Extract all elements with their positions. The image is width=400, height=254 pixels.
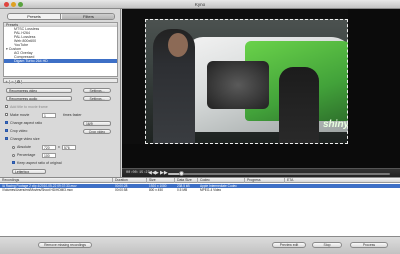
change-size-checkbox[interactable]	[5, 137, 8, 141]
make-movie-row: Make movie	[5, 113, 29, 118]
absolute-row: Absolute	[12, 145, 31, 150]
letterbox-popup[interactable]: Letterbox	[12, 169, 46, 174]
tab-presets[interactable]: Presets	[8, 14, 61, 19]
column-header-data-size[interactable]: Data Size	[175, 178, 198, 183]
column-header-size[interactable]: Size	[147, 178, 175, 183]
timecode-display: 00:00:15:23	[126, 171, 150, 175]
percentage-label: Percentage	[17, 153, 36, 157]
crop-row: Crop video	[5, 129, 27, 134]
aspect-ratio-popup[interactable]: 16/9	[83, 121, 111, 126]
change-aspect-checkbox[interactable]	[5, 121, 8, 125]
change-size-label: Change video size	[10, 137, 40, 141]
column-header-progress[interactable]: Progress	[245, 178, 285, 183]
absolute-label: Absolute	[17, 145, 31, 149]
make-movie-checkbox[interactable]	[5, 113, 8, 117]
crop-shade-top	[145, 9, 348, 19]
cell-codec: MPEG-4 Video	[200, 188, 222, 192]
cell-size: 800 x 450	[149, 188, 164, 192]
column-header-duration[interactable]: Duration	[113, 178, 147, 183]
preset-items: MTSC Lossless PAL H264 PAL Lossless Web 800…	[4, 27, 117, 63]
cell-data-size: 0.5 MB	[177, 188, 188, 192]
make-movie-suffix: times faster	[63, 113, 82, 117]
column-header-recordings[interactable]: Recordings	[0, 178, 113, 183]
video-compression-popup[interactable]: Recompress video	[6, 88, 72, 93]
crop-video-button[interactable]: Crop video	[83, 129, 111, 134]
add-title-row[interactable]: Add title to movie frame	[5, 105, 48, 110]
percentage-field[interactable]: 100	[42, 153, 56, 158]
dimension-separator: x	[58, 145, 60, 149]
scrubber-knob[interactable]	[178, 171, 184, 176]
video-preview[interactable]: shiny	[122, 9, 400, 168]
tab-filters[interactable]: Filters	[62, 14, 114, 19]
crop-shade-left	[122, 9, 145, 144]
column-header-eta[interactable]: ETA	[285, 178, 400, 183]
preview-edit-button[interactable]: Preview edit	[272, 242, 306, 248]
left-panel: Presets Filters Presets MTSC Lossless PAL…	[0, 9, 121, 177]
add-title-checkbox[interactable]	[5, 105, 8, 109]
cell-duration: 00:00:58	[115, 188, 128, 192]
percentage-radio[interactable]	[12, 153, 15, 157]
remove-missing-button[interactable]: Remove missing recordings	[38, 242, 92, 248]
audio-settings-button[interactable]: Settings...	[83, 96, 111, 101]
crop-checkbox[interactable]	[5, 129, 8, 133]
crop-rectangle[interactable]	[145, 19, 348, 144]
absolute-radio[interactable]	[12, 145, 15, 149]
change-size-row: Change video size	[5, 137, 40, 142]
transport-bar: 00:00:15:23 ◀◀ ▶ ▶▶	[122, 168, 400, 177]
crop-shade-bottom	[122, 144, 348, 168]
stop-button[interactable]: Stop	[312, 242, 342, 248]
crop-label: Crop video	[10, 129, 28, 133]
preset-options-button[interactable]: ⚙	[16, 80, 22, 84]
column-header-codec[interactable]: Codec	[198, 178, 245, 183]
change-aspect-row: Change aspect ratio	[5, 121, 42, 126]
panel-segmented-control: Presets Filters	[7, 13, 115, 20]
cell-eta	[285, 188, 400, 192]
table-row[interactable]: /Volumes/Users/ext/Movies/Shoot HD/HDMI3…	[0, 188, 400, 192]
presets-list[interactable]: Presets MTSC Lossless PAL H264 PAL Lossles…	[3, 22, 118, 77]
percentage-row: Percentage	[12, 153, 35, 158]
cell-progress	[245, 188, 285, 192]
height-field[interactable]: 576	[62, 145, 76, 150]
cell-recording-path: /Volumes/Users/ext/Movies/Shoot HD/HDMI3…	[2, 188, 73, 192]
add-title-label: Add title to movie frame	[10, 105, 48, 109]
video-settings-button[interactable]: Settings...	[83, 88, 111, 93]
make-movie-speed-field[interactable]: 1	[42, 113, 56, 118]
keep-aspect-row: Keep aspect ratio of original	[12, 161, 62, 166]
scrubber-track[interactable]	[168, 171, 390, 176]
keep-aspect-checkbox[interactable]	[12, 161, 15, 165]
change-aspect-label: Change aspect ratio	[10, 121, 43, 125]
width-field[interactable]: 720	[42, 145, 56, 150]
make-movie-label: Make movie	[10, 113, 30, 117]
window-title: Kyno	[194, 2, 206, 7]
fast-forward-button[interactable]: ▶▶	[160, 170, 168, 176]
crop-shade-right	[348, 9, 400, 168]
preset-item[interactable]: Digam Turbo 264 HD	[4, 59, 117, 63]
audio-compression-popup[interactable]: Recompress audio	[6, 96, 72, 101]
bottom-toolbar: Remove missing recordings Preview edit S…	[0, 236, 400, 254]
presets-toolbar: + − ⚙	[3, 78, 118, 84]
table-header: Recordings Duration Size Data Size Codec…	[0, 178, 400, 183]
title-bar: Kyno	[0, 0, 400, 9]
play-button[interactable]: ▶	[155, 170, 159, 176]
recordings-table[interactable]: Recordings Duration Size Data Size Codec…	[0, 177, 400, 236]
process-button[interactable]: Process	[350, 242, 388, 248]
keep-aspect-label: Keep aspect ratio of original	[17, 161, 62, 165]
app-window: Kyno Presets Filters Presets MTSC Lossle…	[0, 0, 400, 254]
